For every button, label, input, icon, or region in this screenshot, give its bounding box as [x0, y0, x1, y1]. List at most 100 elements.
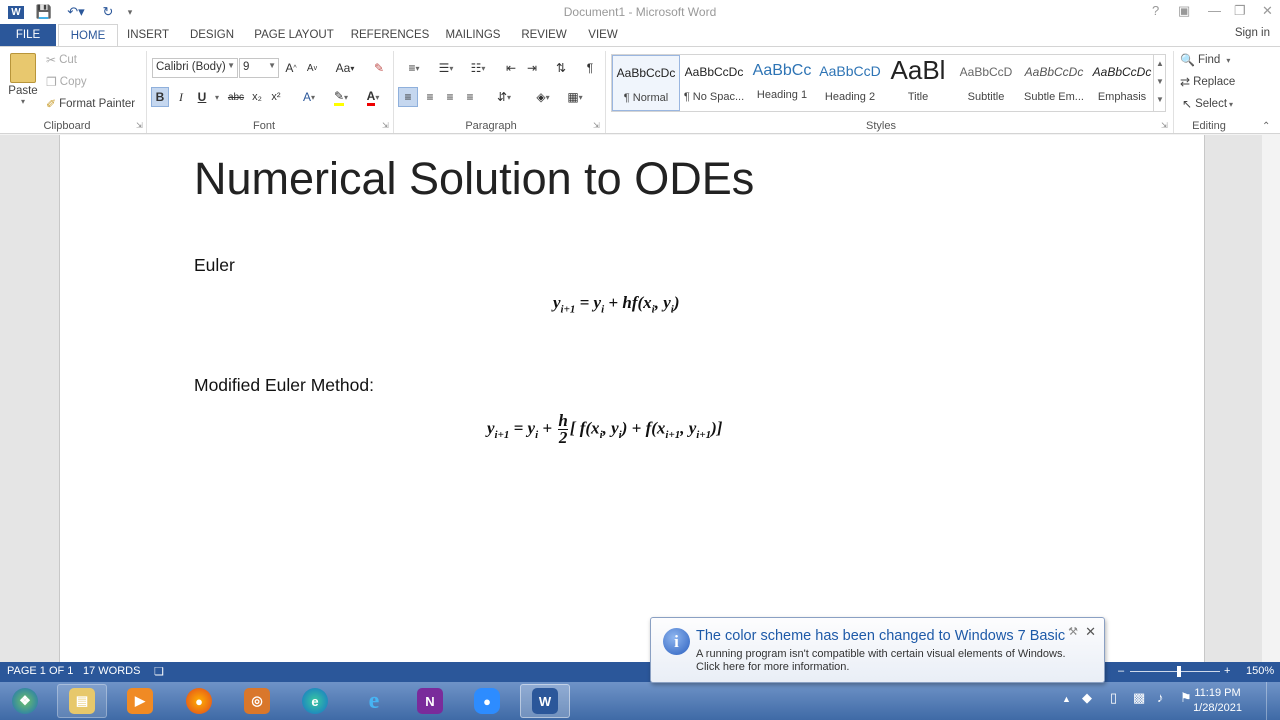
highlight-icon[interactable]: ✎ ▾: [327, 87, 355, 107]
euler-label[interactable]: Euler: [194, 255, 235, 276]
word-count[interactable]: 17 WORDS: [83, 665, 140, 677]
superscript-button[interactable]: x²: [268, 87, 284, 107]
tab-review[interactable]: REVIEW: [518, 24, 570, 46]
network-icon[interactable]: ▩: [1133, 690, 1145, 706]
minimize-button[interactable]: —: [1208, 3, 1221, 18]
justify-icon[interactable]: ≡: [461, 87, 479, 107]
ie-icon[interactable]: e: [349, 684, 399, 718]
firefox-icon[interactable]: ●: [174, 684, 224, 718]
paragraph-launcher-icon[interactable]: ⇲: [593, 121, 600, 130]
usb-icon[interactable]: ▯: [1110, 690, 1117, 706]
text-effects-icon[interactable]: A ▾: [296, 87, 322, 107]
zoom-level[interactable]: 150%: [1246, 665, 1274, 677]
align-right-icon[interactable]: ≡: [441, 87, 459, 107]
style-heading-1[interactable]: AaBbCc Heading 1: [748, 55, 816, 111]
zoom-out-icon[interactable]: –: [1118, 665, 1124, 677]
cut-button[interactable]: ✂ Cut: [46, 53, 77, 67]
modified-euler-label[interactable]: Modified Euler Method:: [194, 375, 374, 396]
style-normal[interactable]: AaBbCcDc ¶ Normal: [612, 55, 680, 111]
proofing-icon[interactable]: ❏: [154, 665, 164, 678]
style-title[interactable]: AaBl Title: [884, 55, 952, 111]
tab-home[interactable]: HOME: [58, 24, 118, 47]
tab-design[interactable]: DESIGN: [186, 24, 238, 46]
copy-button[interactable]: ❐ Copy: [46, 75, 87, 89]
vertical-scrollbar[interactable]: [1262, 135, 1280, 662]
page-count[interactable]: PAGE 1 OF 1: [7, 665, 73, 677]
align-center-icon[interactable]: ≡: [421, 87, 439, 107]
doc-heading[interactable]: Numerical Solution to ODEs: [194, 153, 754, 205]
app-icon[interactable]: ◎: [232, 684, 282, 718]
close-button[interactable]: ✕: [1262, 3, 1273, 19]
tab-file[interactable]: FILE: [0, 24, 56, 46]
underline-button[interactable]: U: [194, 87, 210, 107]
font-launcher-icon[interactable]: ⇲: [382, 121, 389, 130]
decrease-indent-icon[interactable]: ⇤: [502, 58, 520, 78]
zoom-thumb[interactable]: [1177, 666, 1181, 677]
document-page[interactable]: Numerical Solution to ODEs Euler yi+1 = …: [59, 135, 1205, 662]
notification-balloon[interactable]: i The color scheme has been changed to W…: [650, 617, 1105, 683]
style-no-spacing[interactable]: AaBbCcDc ¶ No Spac...: [680, 55, 748, 111]
media-player-icon[interactable]: ▶: [115, 684, 165, 718]
borders-icon[interactable]: ▦ ▾: [561, 87, 589, 107]
zoom-app-icon[interactable]: ●: [462, 684, 512, 718]
tab-view[interactable]: VIEW: [584, 24, 622, 46]
ribbon-display-icon[interactable]: ▣: [1178, 3, 1190, 19]
tab-insert[interactable]: INSERT: [124, 24, 172, 46]
shield-icon[interactable]: ◆: [1082, 690, 1092, 706]
change-case-button[interactable]: Aa ▾: [331, 58, 359, 78]
numbering-icon[interactable]: ☰ ▾: [432, 58, 460, 78]
zoom-slider[interactable]: [1130, 671, 1220, 672]
chevron-down-icon[interactable]: ▾: [212, 87, 222, 107]
line-spacing-icon[interactable]: ⇵ ▾: [490, 87, 518, 107]
shading-icon[interactable]: ◈ ▾: [529, 87, 557, 107]
find-button[interactable]: 🔍 Find ▾: [1180, 53, 1230, 67]
tab-page-layout[interactable]: PAGE LAYOUT: [252, 24, 336, 46]
clock[interactable]: 11:19 PM 1/28/2021: [1193, 686, 1242, 716]
bold-button[interactable]: B: [151, 87, 169, 107]
clear-formatting-icon[interactable]: ✎: [370, 58, 388, 78]
show-desktop-button[interactable]: [1266, 682, 1280, 720]
start-button[interactable]: ❖: [0, 684, 50, 718]
style-emphasis[interactable]: AaBbCcDc Emphasis: [1088, 55, 1156, 111]
euler-equation[interactable]: yi+1 = yi + hf(xi, yi): [553, 293, 679, 315]
clipboard-launcher-icon[interactable]: ⇲: [136, 121, 143, 130]
font-size-combo[interactable]: 9 ▼: [239, 58, 279, 78]
notification-link[interactable]: Click here for more information.: [696, 661, 1096, 674]
bullets-icon[interactable]: ≡ ▾: [400, 58, 428, 78]
collapse-ribbon-icon[interactable]: ⌃: [1262, 121, 1270, 132]
shrink-font-button[interactable]: Av: [305, 58, 319, 78]
maximize-button[interactable]: ❐: [1234, 3, 1246, 19]
strikethrough-button[interactable]: abc: [226, 87, 246, 107]
volume-icon[interactable]: ♪: [1157, 690, 1164, 705]
tab-references[interactable]: REFERENCES: [350, 24, 430, 46]
explorer-icon[interactable]: ▤: [57, 684, 107, 718]
paste-button[interactable]: Paste ▾: [6, 53, 40, 113]
zoom-in-icon[interactable]: +: [1224, 665, 1230, 677]
select-button[interactable]: ↖ Select ▾: [1182, 97, 1233, 111]
tray-expand-icon[interactable]: ▲: [1062, 694, 1071, 704]
style-heading-2[interactable]: AaBbCcD Heading 2: [816, 55, 884, 111]
show-formatting-icon[interactable]: ¶: [581, 58, 599, 78]
onenote-icon[interactable]: N: [405, 684, 455, 718]
close-icon[interactable]: ✕: [1085, 624, 1096, 640]
sign-in-link[interactable]: Sign in: [1235, 27, 1270, 39]
edge-icon[interactable]: e: [290, 684, 340, 718]
style-subtitle[interactable]: AaBbCcD Subtitle: [952, 55, 1020, 111]
align-left-icon[interactable]: ≡: [398, 87, 418, 107]
italic-button[interactable]: I: [173, 87, 189, 107]
font-name-combo[interactable]: Calibri (Body) ▼: [152, 58, 238, 78]
grow-font-button[interactable]: A ^: [284, 58, 298, 78]
multilevel-list-icon[interactable]: ☷ ▾: [464, 58, 492, 78]
word-taskbar-icon[interactable]: W: [520, 684, 570, 718]
styles-scroll[interactable]: ▲ ▼ ▼: [1153, 55, 1166, 111]
modified-euler-equation[interactable]: yi+1 = yi + h 2[ f(xi, yi) + f(xi+1, yi+1…: [487, 412, 722, 446]
replace-button[interactable]: ⇄ Replace: [1180, 75, 1235, 89]
help-icon[interactable]: ?: [1152, 3, 1159, 18]
increase-indent-icon[interactable]: ⇥: [523, 58, 541, 78]
font-color-icon[interactable]: A ▾: [360, 87, 386, 107]
flag-icon[interactable]: ⚑: [1180, 690, 1192, 706]
tab-mailings[interactable]: MAILINGS: [442, 24, 504, 46]
styles-launcher-icon[interactable]: ⇲: [1161, 121, 1168, 130]
subscript-button[interactable]: x₂: [249, 87, 265, 107]
format-painter-button[interactable]: ✐ Format Painter: [46, 97, 135, 111]
